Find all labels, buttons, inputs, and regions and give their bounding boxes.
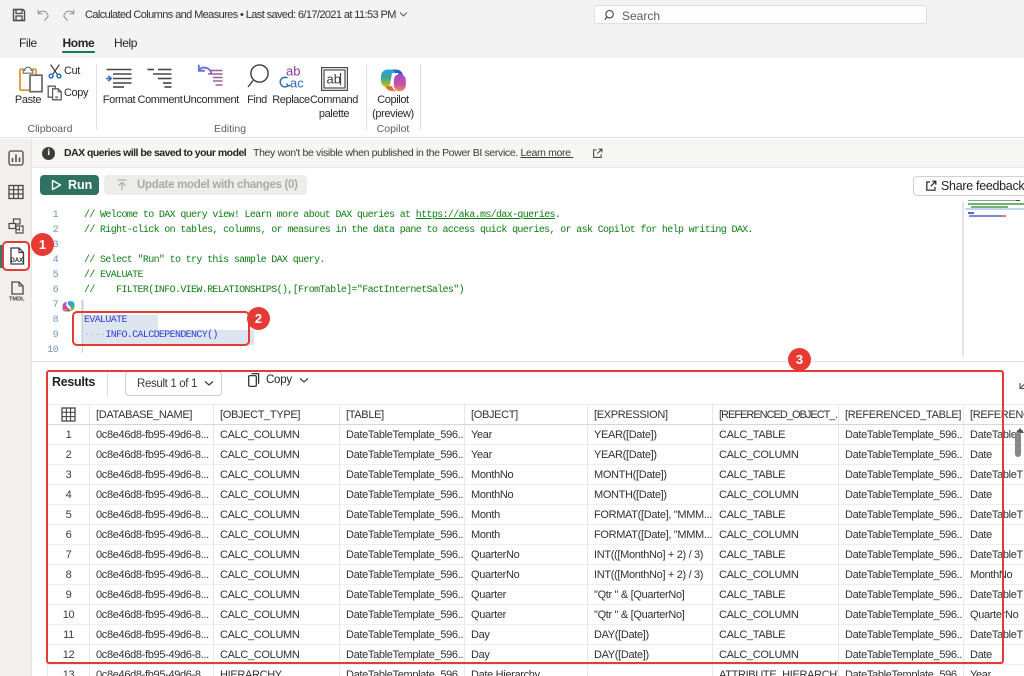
svg-text:ac: ac (290, 76, 304, 91)
svg-text:TMDL: TMDL (9, 297, 25, 302)
svg-text:ab: ab (327, 72, 341, 87)
